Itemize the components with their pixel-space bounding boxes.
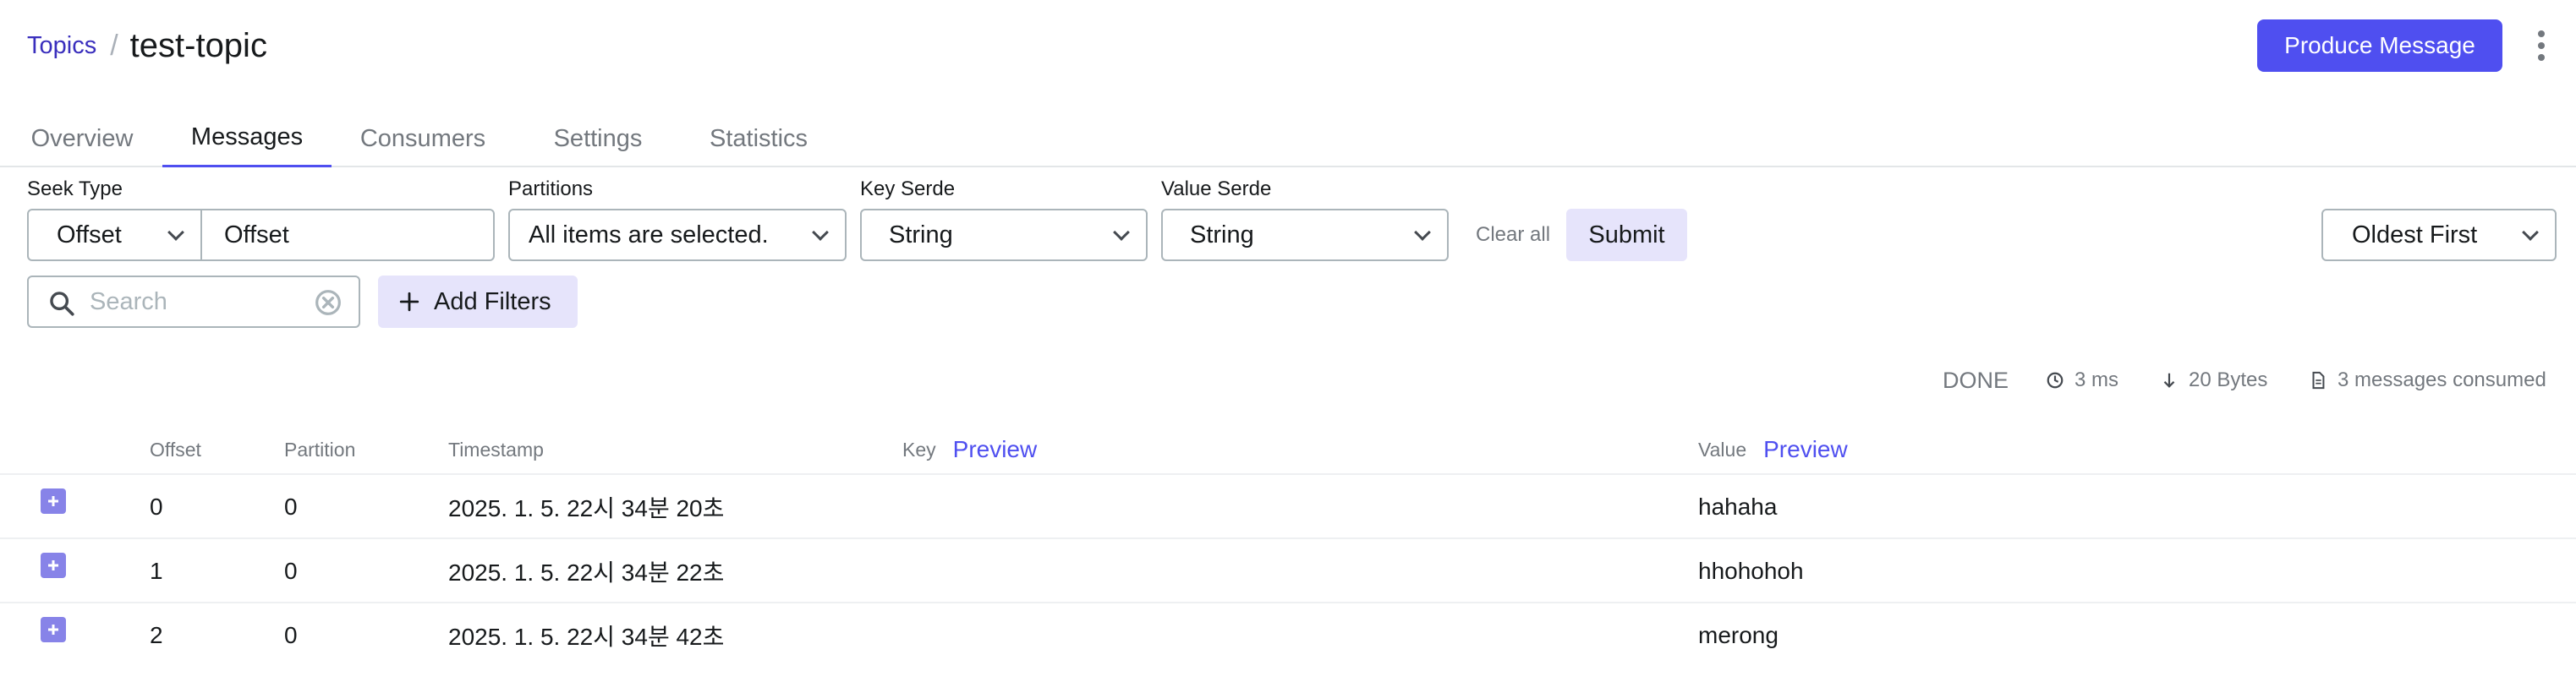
cell-partition: 0: [284, 558, 298, 584]
seek-type-label: Seek Type: [27, 177, 123, 200]
column-offset: Offset: [150, 438, 201, 461]
produce-message-button[interactable]: Produce Message: [2257, 19, 2502, 72]
chevron-down-icon: [1414, 224, 1431, 241]
cell-timestamp: 2025. 1. 5. 22시 34분 42초: [448, 624, 725, 650]
consumed-value: 3 messages consumed: [2338, 368, 2546, 391]
plus-icon: [48, 560, 58, 570]
cell-offset: 2: [150, 622, 163, 648]
column-timestamp: Timestamp: [448, 438, 544, 461]
value-preview-link[interactable]: Preview: [1763, 436, 1848, 463]
document-icon: [2312, 371, 2325, 390]
partitions-value: All items are selected.: [529, 221, 769, 248]
search-icon: [50, 292, 74, 316]
tab-messages[interactable]: Messages: [162, 110, 332, 167]
cell-timestamp: 2025. 1. 5. 22시 34분 22초: [448, 559, 725, 586]
expand-row-button[interactable]: [41, 553, 66, 578]
chevron-down-icon: [1113, 224, 1130, 241]
tab-consumers[interactable]: Consumers: [359, 110, 487, 167]
messages-consumed: 3 messages consumed: [2309, 363, 2546, 397]
cell-value: hhohohoh: [1698, 558, 1804, 584]
column-partition: Partition: [284, 438, 356, 461]
plus-icon: [48, 625, 58, 635]
bytes-value: 20 Bytes: [2189, 368, 2268, 391]
cell-partition: 0: [284, 622, 298, 648]
cell-partition: 0: [284, 494, 298, 520]
table-row: 0 0 2025. 1. 5. 22시 34분 20초 hahaha: [0, 473, 2576, 537]
cell-value: merong: [1698, 622, 1779, 648]
page-title: test-topic: [129, 26, 267, 64]
sort-order-value: Oldest First: [2352, 221, 2478, 248]
chevron-down-icon: [812, 224, 829, 241]
breadcrumb-separator: /: [110, 29, 118, 62]
key-preview-link[interactable]: Preview: [953, 436, 1038, 463]
column-key-label: Key: [902, 438, 936, 461]
topic-tabs: Overview Messages Consumers Settings Sta…: [0, 110, 2576, 167]
seek-type-select[interactable]: Offset: [27, 209, 202, 261]
add-filters-label: Add Filters: [434, 287, 551, 315]
expand-row-button[interactable]: [41, 488, 66, 514]
sort-order-select[interactable]: Oldest First: [2321, 209, 2557, 261]
cell-timestamp: 2025. 1. 5. 22시 34분 20초: [448, 495, 725, 521]
elapsed-time: 3 ms: [2046, 363, 2118, 397]
clear-all-button[interactable]: Clear all: [1476, 209, 1550, 261]
seek-offset-value: Offset: [224, 221, 289, 248]
key-serde-value: String: [889, 221, 953, 248]
more-options-icon[interactable]: [2531, 25, 2551, 66]
table-row: 1 0 2025. 1. 5. 22시 34분 22초 hhohohoh: [0, 537, 2576, 602]
key-serde-select[interactable]: String: [860, 209, 1148, 261]
add-filters-button[interactable]: Add Filters: [378, 276, 578, 328]
tab-statistics[interactable]: Statistics: [705, 110, 812, 167]
clock-icon: [2047, 372, 2064, 389]
column-value-label: Value: [1698, 438, 1747, 461]
elapsed-value: 3 ms: [2075, 368, 2119, 391]
plus-icon: [399, 292, 419, 312]
seek-type-value: Offset: [57, 221, 122, 248]
seek-offset-input[interactable]: Offset: [200, 209, 495, 261]
search-input[interactable]: Search: [27, 276, 360, 328]
chevron-down-icon: [2522, 224, 2539, 241]
expand-row-button[interactable]: [41, 617, 66, 642]
partitions-label: Partitions: [508, 177, 594, 200]
clear-search-icon[interactable]: [315, 289, 342, 316]
breadcrumb-topics-link[interactable]: Topics: [27, 32, 96, 60]
tab-overview[interactable]: Overview: [27, 110, 137, 167]
chevron-down-icon: [167, 224, 184, 241]
partitions-select[interactable]: All items are selected.: [508, 209, 847, 261]
value-serde-select[interactable]: String: [1161, 209, 1449, 261]
bytes-consumed: 20 Bytes: [2160, 363, 2267, 397]
key-serde-label: Key Serde: [860, 177, 956, 200]
value-serde-value: String: [1190, 221, 1254, 248]
value-serde-label: Value Serde: [1161, 177, 1272, 200]
cell-offset: 0: [150, 494, 163, 520]
breadcrumb: Topics / test-topic: [27, 19, 267, 73]
column-key: Key Preview: [902, 434, 1037, 465]
table-row: 2 0 2025. 1. 5. 22시 34분 42초 merong: [0, 602, 2576, 666]
search-placeholder: Search: [90, 287, 167, 315]
tab-settings[interactable]: Settings: [550, 110, 646, 167]
plus-icon: [48, 496, 58, 506]
status-badge: DONE: [1943, 367, 2009, 393]
cell-value: hahaha: [1698, 494, 1778, 520]
cell-offset: 1: [150, 558, 163, 584]
submit-button[interactable]: Submit: [1566, 209, 1687, 261]
column-value: Value Preview: [1698, 434, 1848, 465]
arrow-down-icon: [2163, 373, 2175, 388]
